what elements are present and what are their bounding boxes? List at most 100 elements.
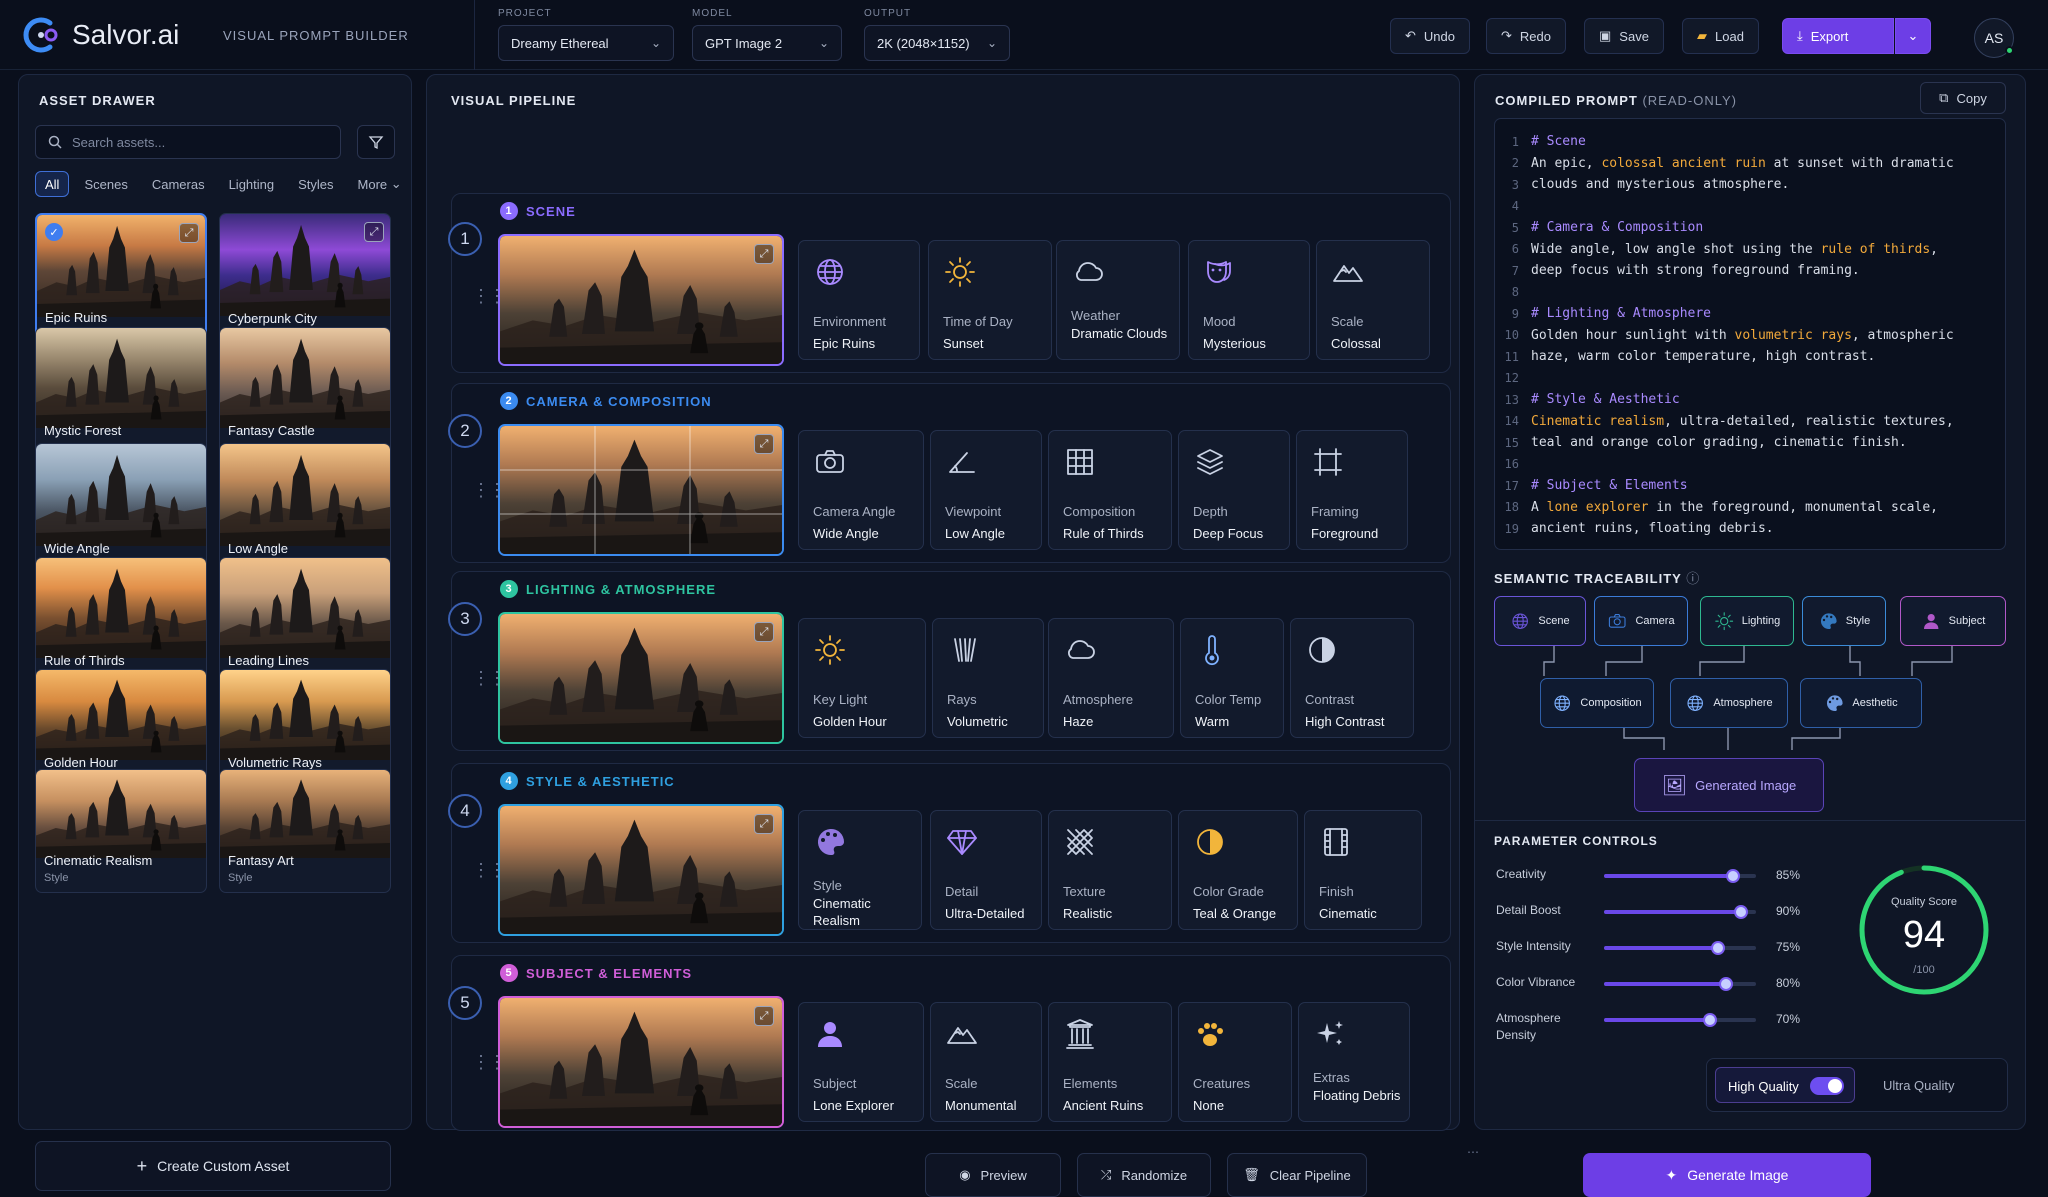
expand-icon[interactable]: ⤢: [364, 222, 384, 242]
output-select[interactable]: 2K (2048×1152) ⌄: [864, 25, 1010, 61]
chip-more[interactable]: More ⌄: [349, 171, 411, 197]
stage-preview-image[interactable]: ⤢: [498, 804, 784, 936]
param-color-grade[interactable]: Color Grade Teal & Orange: [1178, 810, 1298, 930]
expand-icon[interactable]: ⤢: [754, 622, 774, 642]
avatar[interactable]: AS: [1974, 18, 2014, 58]
slider-track[interactable]: [1604, 869, 1756, 883]
slider-track[interactable]: [1604, 977, 1756, 991]
randomize-label: Randomize: [1121, 1167, 1188, 1183]
param-extras[interactable]: Extras Floating Debris: [1298, 1002, 1410, 1122]
quality-toggle-switch[interactable]: [1810, 1077, 1844, 1095]
param-elements[interactable]: Elements Ancient Ruins: [1048, 1002, 1172, 1122]
expand-icon[interactable]: ⤢: [754, 434, 774, 454]
ultra-quality-option[interactable]: Ultra Quality: [1883, 1078, 1955, 1093]
trace-node-aesthetic[interactable]: Aesthetic: [1800, 678, 1922, 728]
stage-preview-image[interactable]: ⤢: [498, 424, 784, 556]
param-time-of-day[interactable]: Time of Day Sunset: [928, 240, 1052, 360]
trace-node-subject[interactable]: Subject: [1900, 596, 2006, 646]
expand-icon[interactable]: ⤢: [754, 1006, 774, 1026]
param-rays[interactable]: Rays Volumetric: [932, 618, 1044, 738]
trace-node-style[interactable]: Style: [1802, 596, 1886, 646]
code-segment: deep focus with strong foreground framin…: [1531, 263, 1860, 279]
expand-icon[interactable]: ⤢: [179, 223, 199, 243]
param-texture[interactable]: Texture Realistic: [1048, 810, 1172, 930]
chip-styles[interactable]: Styles: [289, 171, 342, 197]
project-select[interactable]: Dreamy Ethereal ⌄: [498, 25, 674, 61]
slider-knob[interactable]: [1718, 977, 1733, 991]
param-finish[interactable]: Finish Cinematic: [1304, 810, 1422, 930]
chip-cameras[interactable]: Cameras: [143, 171, 214, 197]
param-scale[interactable]: Scale Monumental: [930, 1002, 1042, 1122]
expand-icon[interactable]: ⤢: [754, 814, 774, 834]
pipeline-stage-5: 5 ⋮⋮ 5 SUBJECT & ELEMENTS ⤢ Subject Lone Explo…: [448, 955, 1451, 1131]
param-subject[interactable]: Subject Lone Explorer: [798, 1002, 924, 1122]
redo-button[interactable]: ↷ Redo: [1486, 18, 1566, 54]
line-number: 15: [1504, 435, 1519, 450]
slider-knob[interactable]: [1733, 905, 1748, 919]
param-contrast[interactable]: Contrast High Contrast: [1290, 618, 1414, 738]
trace-node-camera[interactable]: Camera: [1594, 596, 1688, 646]
export-menu-button[interactable]: ⌄: [1895, 18, 1931, 54]
save-button[interactable]: ▣ Save: [1584, 18, 1664, 54]
model-select[interactable]: GPT Image 2 ⌄: [692, 25, 842, 61]
create-custom-asset-button[interactable]: + Create Custom Asset: [35, 1141, 391, 1191]
stage-preview-image[interactable]: ⤢: [498, 612, 784, 744]
chip-scenes[interactable]: Scenes: [75, 171, 136, 197]
generate-image-button[interactable]: ✦ Generate Image: [1583, 1153, 1871, 1197]
slider-track[interactable]: [1604, 905, 1756, 919]
trace-node-atmosphere[interactable]: Atmosphere: [1670, 678, 1788, 728]
search-input[interactable]: Search assets...: [35, 125, 341, 159]
asset-thumbnail: [36, 558, 206, 658]
param-environment[interactable]: Environment Epic Ruins: [798, 240, 920, 360]
trace-node-scene[interactable]: Scene: [1494, 596, 1586, 646]
load-button[interactable]: ▰ Load: [1682, 18, 1759, 54]
param-label: Color Temp: [1195, 692, 1262, 707]
prompt-title-text: COMPILED PROMPT: [1495, 93, 1638, 108]
code-segment: A: [1531, 499, 1547, 515]
line-text: Golden hour sunlight with volumetric ray…: [1531, 328, 1954, 343]
resize-handle[interactable]: ⋯: [1467, 1145, 1480, 1159]
param-mood[interactable]: Mood Mysterious: [1188, 240, 1310, 360]
param-depth[interactable]: Depth Deep Focus: [1178, 430, 1290, 550]
param-composition[interactable]: Composition Rule of Thirds: [1048, 430, 1172, 550]
asset-name: Mystic Forest: [44, 423, 122, 438]
expand-icon[interactable]: ⤢: [754, 244, 774, 264]
filter-button[interactable]: [357, 125, 395, 159]
param-color-temp[interactable]: Color Temp Warm: [1180, 618, 1284, 738]
chip-all[interactable]: All: [35, 171, 70, 197]
param-value: Cinematic: [1319, 906, 1377, 921]
slider-knob[interactable]: [1711, 941, 1725, 955]
param-creatures[interactable]: Creatures None: [1178, 1002, 1292, 1122]
trace-node-generated-image[interactable]: 🖼 Generated Image: [1634, 758, 1824, 812]
param-framing[interactable]: Framing Foreground: [1296, 430, 1408, 550]
preview-button[interactable]: ◉ Preview: [925, 1153, 1061, 1197]
stage-preview-image[interactable]: ⤢: [498, 234, 784, 366]
param-camera-angle[interactable]: Camera Angle Wide Angle: [798, 430, 924, 550]
param-style[interactable]: Style Cinematic Realism: [798, 810, 922, 930]
avatar-initials: AS: [1984, 30, 2004, 46]
param-detail[interactable]: Detail Ultra-Detailed: [930, 810, 1042, 930]
image-icon: 🖼: [1661, 774, 1688, 797]
param-weather[interactable]: Weather Dramatic Clouds: [1056, 240, 1180, 360]
high-quality-option[interactable]: High Quality: [1715, 1067, 1855, 1103]
randomize-button[interactable]: ⤮ Randomize: [1077, 1153, 1211, 1197]
param-key-light[interactable]: Key Light Golden Hour: [798, 618, 926, 738]
asset-card[interactable]: Fantasy Art Style: [219, 769, 391, 893]
stage-header: 1 SCENE: [500, 202, 576, 220]
trace-node-label: Scene: [1538, 615, 1570, 627]
stage-preview-image[interactable]: ⤢: [498, 996, 784, 1128]
grid-icon: [1063, 445, 1097, 479]
param-scale[interactable]: Scale Colossal: [1316, 240, 1430, 360]
chip-lighting[interactable]: Lighting: [220, 171, 284, 197]
slider-track[interactable]: [1604, 1013, 1756, 1027]
export-button[interactable]: ⤓ Export: [1782, 18, 1894, 54]
param-viewpoint[interactable]: Viewpoint Low Angle: [930, 430, 1042, 550]
param-atmosphere[interactable]: Atmosphere Haze: [1048, 618, 1174, 738]
slider-track[interactable]: [1604, 941, 1756, 955]
trace-node-composition[interactable]: Composition: [1540, 678, 1654, 728]
undo-button[interactable]: ↶ Undo: [1390, 18, 1470, 54]
clear-pipeline-button[interactable]: 🗑 Clear Pipeline: [1227, 1153, 1367, 1197]
trace-node-lighting[interactable]: Lighting: [1700, 596, 1794, 646]
copy-button[interactable]: ⧉ Copy: [1920, 82, 2006, 114]
asset-card[interactable]: Cinematic Realism Style: [35, 769, 207, 893]
